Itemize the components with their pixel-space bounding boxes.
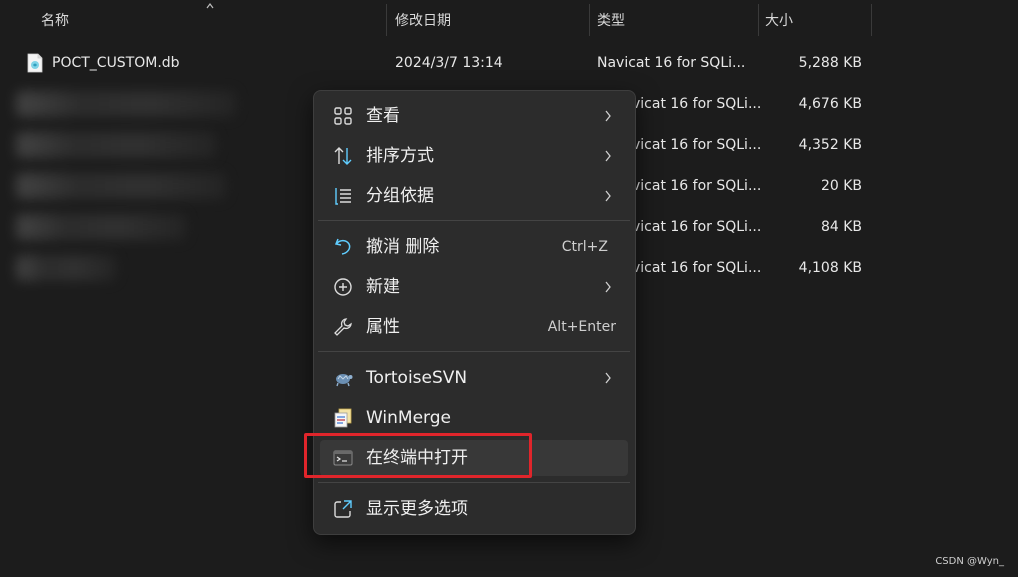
menu-item-new[interactable]: 新建 [320, 269, 628, 305]
menu-item-group-by[interactable]: 分组依据 [320, 178, 628, 214]
menu-item-label: 新建 [366, 277, 400, 297]
column-separator[interactable] [589, 4, 590, 36]
menu-item-sort[interactable]: 排序方式 [320, 138, 628, 174]
grid-icon [334, 107, 352, 125]
chevron-right-icon [605, 190, 611, 202]
undo-icon [334, 238, 351, 255]
column-separator[interactable] [386, 4, 387, 36]
chevron-right-icon [605, 150, 611, 162]
column-header-type[interactable]: 类型 [597, 0, 625, 38]
blurred-file-name [16, 132, 216, 158]
annotation-highlight-box [304, 433, 532, 478]
menu-separator [318, 220, 630, 221]
file-type: vicat 16 for SQLi... [632, 96, 762, 112]
column-separator[interactable] [758, 4, 759, 36]
menu-item-label: WinMerge [366, 408, 451, 428]
file-row[interactable]: POCT_CUSTOM.db 2024/3/7 13:14 Navicat 16… [0, 43, 880, 84]
menu-item-winmerge[interactable]: WinMerge [320, 400, 628, 436]
sort-ascending-icon [206, 3, 214, 9]
menu-item-shortcut: Ctrl+Z [561, 239, 608, 255]
file-size: 4,352 KB [798, 137, 862, 153]
menu-item-label: 查看 [366, 106, 400, 126]
file-size: 84 KB [820, 219, 862, 235]
column-header-bar: 名称 修改日期 类型 大小 [0, 0, 1018, 38]
winmerge-icon [334, 408, 352, 428]
file-size: 5,288 KB [798, 55, 862, 71]
menu-item-label: 撤消 删除 [366, 237, 440, 257]
menu-item-label: 显示更多选项 [366, 499, 468, 519]
column-separator[interactable] [871, 4, 872, 36]
file-size: 4,676 KB [798, 96, 862, 112]
file-size: 20 KB [820, 178, 862, 194]
column-header-name[interactable]: 名称 [41, 0, 69, 38]
file-type: vicat 16 for SQLi... [632, 219, 762, 235]
menu-item-label: 分组依据 [366, 186, 434, 206]
blurred-file-name [16, 91, 236, 117]
blurred-file-name [16, 214, 186, 240]
menu-item-properties[interactable]: 属性 Alt+Enter [320, 309, 628, 345]
column-header-size[interactable]: 大小 [765, 0, 793, 38]
menu-item-label: 属性 [366, 317, 400, 337]
file-name: POCT_CUSTOM.db [52, 55, 180, 71]
menu-item-show-more-options[interactable]: 显示更多选项 [320, 491, 628, 527]
wrench-icon [334, 318, 352, 336]
file-modified: 2024/3/7 13:14 [395, 55, 503, 71]
file-type: Navicat 16 for SQLi... [597, 55, 746, 71]
menu-item-label: 排序方式 [366, 146, 434, 166]
tortoise-icon [336, 374, 353, 387]
blurred-file-name [16, 173, 226, 199]
share-icon [334, 500, 352, 518]
column-header-modified[interactable]: 修改日期 [395, 0, 451, 38]
blurred-file-name [16, 255, 116, 281]
file-type: vicat 16 for SQLi... [632, 260, 762, 276]
menu-item-tortoisesvn[interactable]: TortoiseSVN [320, 360, 628, 396]
group-list-icon [335, 188, 351, 205]
file-type: vicat 16 for SQLi... [632, 137, 762, 153]
file-type: vicat 16 for SQLi... [632, 178, 762, 194]
menu-item-undo-delete[interactable]: 撤消 删除 Ctrl+Z [320, 229, 628, 265]
chevron-right-icon [605, 372, 611, 384]
plus-circle-icon [334, 278, 352, 296]
menu-item-shortcut: Alt+Enter [547, 319, 616, 335]
menu-item-label: TortoiseSVN [366, 368, 468, 388]
chevron-right-icon [605, 281, 611, 293]
menu-item-view[interactable]: 查看 [320, 98, 628, 134]
chevron-right-icon [605, 110, 611, 122]
database-file-icon [27, 53, 43, 73]
watermark: CSDN @Wyn_ [935, 556, 1004, 567]
menu-separator [318, 351, 630, 352]
file-size: 4,108 KB [798, 260, 862, 276]
sort-icon [334, 147, 352, 165]
menu-separator [318, 482, 630, 483]
